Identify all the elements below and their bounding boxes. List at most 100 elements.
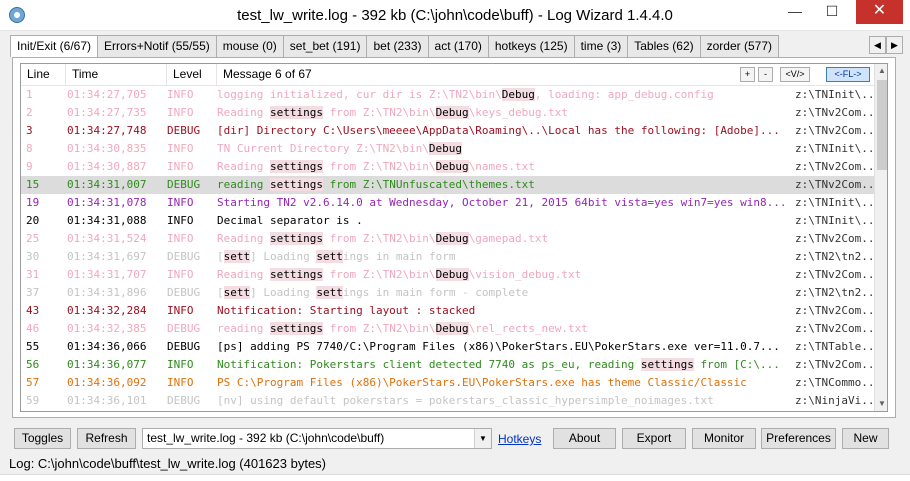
- tab-scroll-left-icon[interactable]: ◀: [869, 36, 886, 54]
- message-text: from Z:\TNUnfuscated\themes.txt: [322, 178, 535, 191]
- highlighted-word: sett: [316, 250, 343, 263]
- monitor-button[interactable]: Monitor: [692, 428, 756, 449]
- minimize-button[interactable]: —: [780, 0, 810, 24]
- log-level: DEBUG: [167, 124, 201, 137]
- log-source: z:\NinjaVi...: [795, 394, 874, 407]
- view-tabs: Init/Exit (6/67) Errors+Notif (55/55) mous…: [10, 35, 905, 57]
- message-text: from Z:\TN2\bin\: [322, 160, 436, 173]
- log-row[interactable]: 19 01:34:31,078 INFO Starting TN2 v2.6.14.0…: [21, 194, 874, 212]
- log-source: z:\TNInit\...: [795, 196, 874, 209]
- log-view[interactable]: Line Time Level Message 6 of 67 + - <V/>…: [20, 63, 888, 412]
- log-line-number: 25: [26, 232, 40, 245]
- log-row[interactable]: 37 01:34:31,896 DEBUG [sett] Loading settin…: [21, 284, 874, 302]
- log-line-number: 55: [26, 340, 40, 353]
- log-row[interactable]: 31 01:34:31,707 INFO Reading settings from …: [21, 266, 874, 284]
- message-text: from [C:\...: [693, 358, 780, 371]
- tab-2[interactable]: mouse (0): [215, 35, 284, 57]
- log-level: INFO: [167, 160, 194, 173]
- chevron-down-icon[interactable]: ▼: [474, 429, 491, 448]
- message-text: [: [217, 286, 224, 299]
- scroll-thumb[interactable]: [877, 80, 887, 170]
- message-text: from Z:\TN2\bin\: [322, 232, 436, 245]
- tab-1[interactable]: Errors+Notif (55/55): [97, 35, 217, 57]
- log-message: Notification: Pokerstars client detected…: [217, 356, 792, 374]
- log-row[interactable]: 3 01:34:27,748 DEBUG [dir] Directory C:\Use…: [21, 122, 874, 140]
- vertical-scrollbar[interactable]: ▲ ▼: [874, 64, 887, 411]
- message-text: from Z:\TN2\bin\: [322, 322, 436, 335]
- maximize-button[interactable]: ☐: [817, 0, 847, 24]
- log-source: z:\TNv2Com...: [795, 124, 874, 137]
- tab-6[interactable]: hotkeys (125): [487, 35, 575, 57]
- log-source: z:\TNv2Com...: [795, 160, 874, 173]
- log-time: 01:34:32,385: [67, 322, 147, 335]
- message-text: ] Loading: [250, 250, 317, 263]
- log-row[interactable]: 55 01:34:36,066 DEBUG [ps] adding PS 7740/C…: [21, 338, 874, 356]
- log-row[interactable]: 8 01:34:30,835 INFO TN Current Directory Z:…: [21, 140, 874, 158]
- tab-5[interactable]: act (170): [427, 35, 489, 57]
- log-time: 01:34:31,707: [67, 268, 147, 281]
- log-line-number: 31: [26, 268, 40, 281]
- log-header: Line Time Level Message 6 of 67 + - <V/>…: [21, 64, 874, 86]
- log-row[interactable]: 57 01:34:36,092 INFO PS C:\Program Files (x…: [21, 374, 874, 392]
- new-button[interactable]: New: [842, 428, 889, 449]
- toggles-button[interactable]: Toggles: [14, 428, 71, 449]
- log-time: 01:34:27,748: [67, 124, 147, 137]
- about-button[interactable]: About: [553, 428, 616, 449]
- view-toggle-button[interactable]: <V/>: [780, 67, 810, 82]
- log-source: z:\TN2\tn2...: [795, 286, 874, 299]
- log-row[interactable]: 25 01:34:31,524 INFO Reading settings from …: [21, 230, 874, 248]
- scroll-down-icon[interactable]: ▼: [875, 397, 887, 411]
- highlighted-word: sett: [316, 286, 343, 299]
- log-row[interactable]: 30 01:34:31,697 DEBUG [sett] Loading settin…: [21, 248, 874, 266]
- message-text: logging initialized, cur dir is Z:\TN2\b…: [217, 88, 502, 101]
- log-row[interactable]: 15 01:34:31,007 DEBUG reading settings from…: [21, 176, 874, 194]
- message-text: ] Loading: [250, 286, 317, 299]
- log-message: [dir] Directory C:\Users\meeee\AppData\R…: [217, 122, 792, 140]
- tab-7[interactable]: time (3): [573, 35, 629, 57]
- log-time: 01:34:31,697: [67, 250, 147, 263]
- hotkeys-link[interactable]: Hotkeys: [498, 432, 541, 446]
- message-text: \vision_debug.txt: [468, 268, 582, 281]
- log-source: z:\TNInit\...: [795, 142, 874, 155]
- collapse-button[interactable]: -: [758, 67, 773, 82]
- log-row[interactable]: 56 01:34:36,077 INFO Notification: Pokersta…: [21, 356, 874, 374]
- column-header-time[interactable]: Time: [66, 64, 167, 86]
- tab-9[interactable]: zorder (577): [699, 35, 779, 57]
- log-row[interactable]: 59 01:34:36,101 DEBUG [nv] using default po…: [21, 392, 874, 410]
- log-line-number: 59: [26, 394, 40, 407]
- log-row[interactable]: 2 01:34:27,735 INFO Reading settings from Z…: [21, 104, 874, 122]
- column-header-message[interactable]: Message 6 of 67: [217, 64, 737, 86]
- log-line-number: 1: [26, 88, 33, 101]
- scroll-up-icon[interactable]: ▲: [875, 64, 887, 78]
- message-text: Notification: Pokerstars client detected…: [217, 358, 641, 371]
- log-time: 01:34:36,092: [67, 376, 147, 389]
- log-level: INFO: [167, 106, 194, 119]
- log-line-number: 20: [26, 214, 40, 227]
- export-button[interactable]: Export: [622, 428, 686, 449]
- log-row[interactable]: 20 01:34:31,088 INFO Decimal separator is .…: [21, 212, 874, 230]
- tab-scroll-right-icon[interactable]: ▶: [886, 36, 903, 54]
- message-text: \keys_debug.txt: [468, 106, 569, 119]
- log-row[interactable]: 43 01:34:32,284 INFO Notification: Starting…: [21, 302, 874, 320]
- expand-button[interactable]: +: [740, 67, 755, 82]
- highlighted-word: settings: [269, 268, 323, 281]
- column-header-line[interactable]: Line: [21, 64, 66, 86]
- close-button[interactable]: ✕: [856, 0, 903, 24]
- log-row[interactable]: 1 01:34:27,705 INFO logging initialized, cu…: [21, 86, 874, 104]
- refresh-button[interactable]: Refresh: [77, 428, 136, 449]
- log-row[interactable]: 46 01:34:32,385 DEBUG reading settings from…: [21, 320, 874, 338]
- log-level: INFO: [167, 142, 194, 155]
- log-time: 01:34:27,705: [67, 88, 147, 101]
- log-level: DEBUG: [167, 322, 201, 335]
- filter-link-button[interactable]: <-FL->: [826, 67, 870, 82]
- highlighted-word: settings: [269, 160, 323, 173]
- column-header-level[interactable]: Level: [167, 64, 217, 86]
- tab-3[interactable]: set_bet (191): [282, 35, 368, 57]
- preferences-button[interactable]: Preferences: [761, 428, 836, 449]
- log-file-select[interactable]: test_lw_write.log - 392 kb (C:\john\code…: [142, 428, 492, 449]
- tab-8[interactable]: Tables (62): [627, 35, 701, 57]
- log-row[interactable]: 9 01:34:30,887 INFO Reading settings from Z…: [21, 158, 874, 176]
- tab-0[interactable]: Init/Exit (6/67): [10, 35, 99, 57]
- message-text: Reading: [217, 232, 270, 245]
- tab-4[interactable]: bet (233): [366, 35, 429, 57]
